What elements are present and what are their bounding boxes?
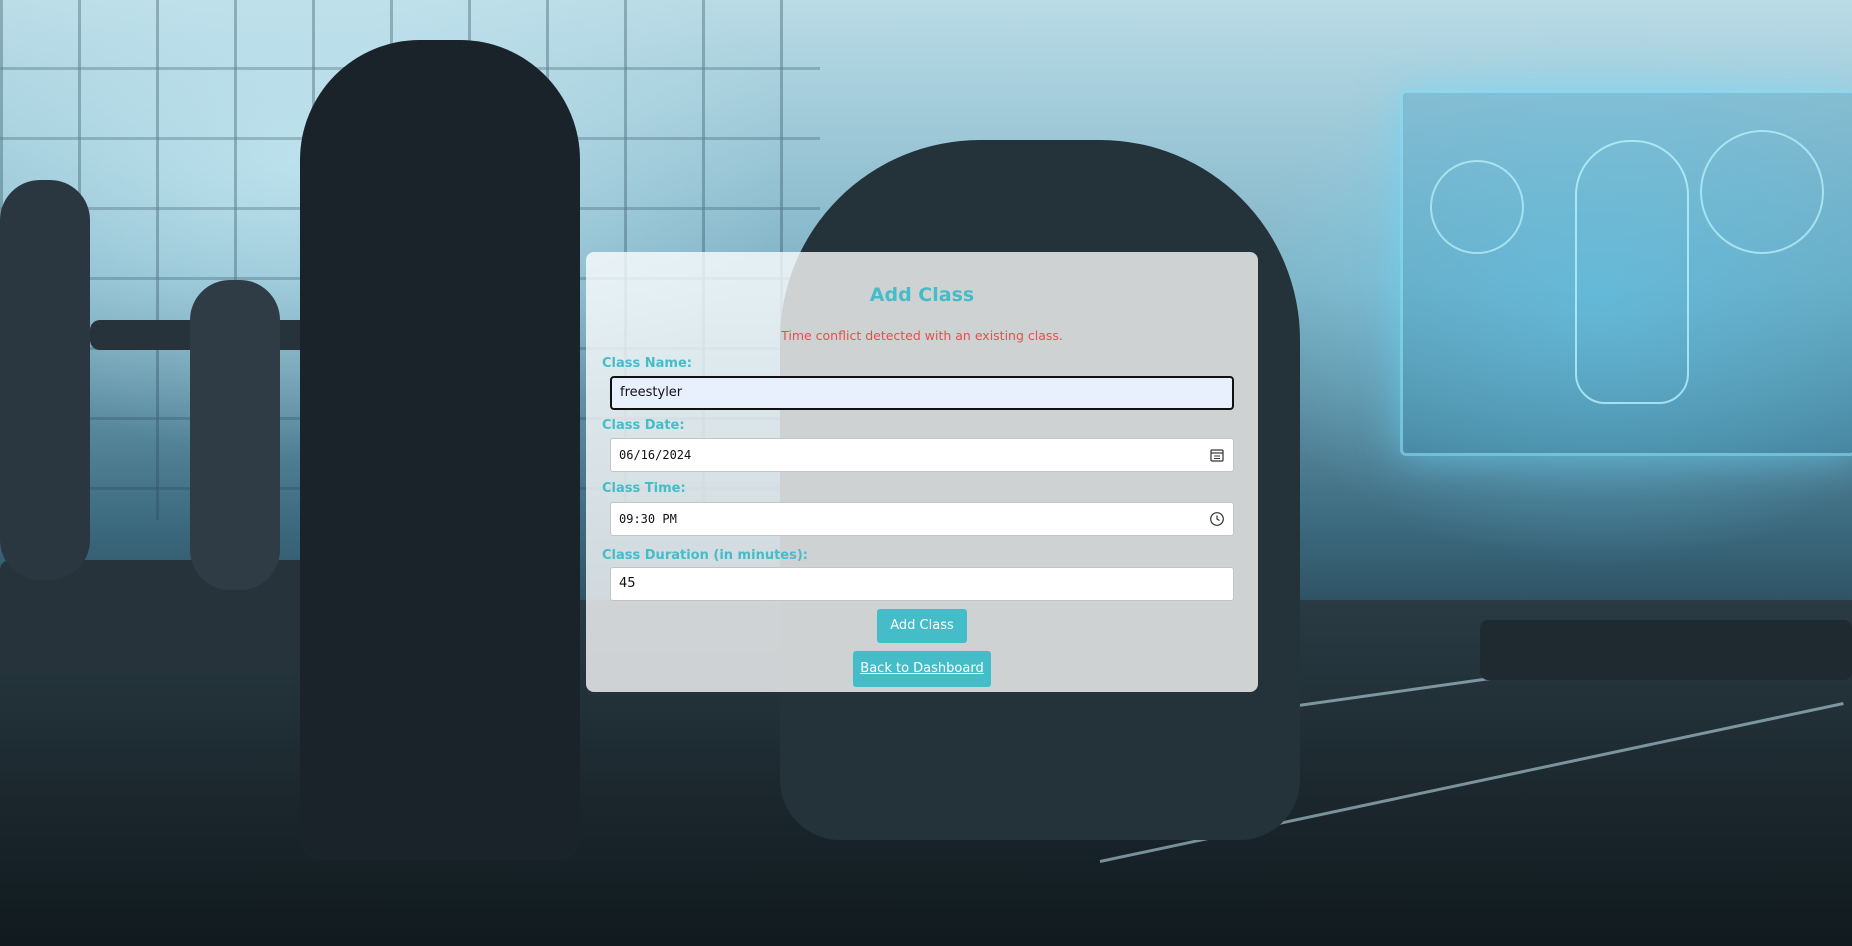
class-duration-input[interactable]: 45: [610, 567, 1234, 601]
class-time-value: 09:30 PM: [619, 512, 677, 526]
hologram-circle: [1700, 130, 1824, 254]
background-woman: [190, 280, 280, 590]
calendar-icon[interactable]: [1209, 447, 1225, 463]
page-title: Add Class: [869, 284, 975, 306]
class-time-label: Class Time:: [602, 481, 686, 496]
class-name-value: freestyler: [620, 385, 683, 400]
class-duration-label: Class Duration (in minutes):: [602, 548, 808, 563]
class-date-input[interactable]: 06/16/2024: [610, 438, 1234, 472]
class-date-value: 06/16/2024: [619, 448, 692, 462]
hologram-figure: [1575, 140, 1689, 404]
class-name-input[interactable]: freestyler: [610, 376, 1234, 410]
background-woman: [0, 180, 90, 580]
add-class-button[interactable]: Add Class: [877, 609, 967, 643]
class-time-input[interactable]: 09:30 PM: [610, 502, 1234, 536]
clock-icon[interactable]: [1209, 511, 1225, 527]
back-to-dashboard-link[interactable]: Back to Dashboard: [853, 651, 991, 687]
workout-bench: [1480, 620, 1852, 680]
error-message: Time conflict detected with an existing …: [781, 328, 1063, 343]
add-class-form-panel: Add Class Time conflict detected with an…: [586, 252, 1258, 692]
class-date-label: Class Date:: [602, 418, 685, 433]
class-duration-value: 45: [619, 576, 636, 591]
class-name-label: Class Name:: [602, 356, 692, 371]
woman-in-suit: [300, 40, 580, 860]
hologram-circle: [1430, 160, 1524, 254]
